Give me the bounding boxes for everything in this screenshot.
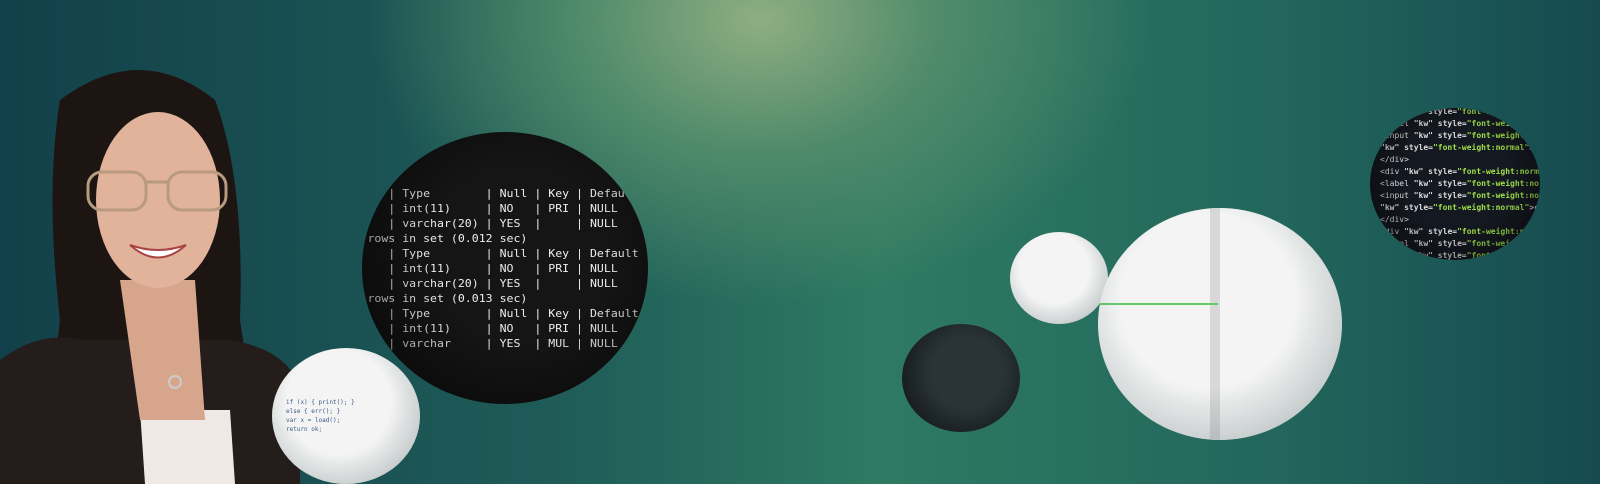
terminal-sphere [902,324,1020,432]
html-form-code-sphere: <div "kw" style="font-weight:normal">cla… [1370,108,1540,260]
code-editor-sphere-small: if (x) { print(); }else { err(); }var x … [272,348,420,484]
code-editor-sphere-tiny [1010,232,1108,324]
code-editor-sphere-large [1098,208,1342,440]
top [140,410,235,484]
portrait-photo [0,70,300,484]
face [96,112,220,288]
